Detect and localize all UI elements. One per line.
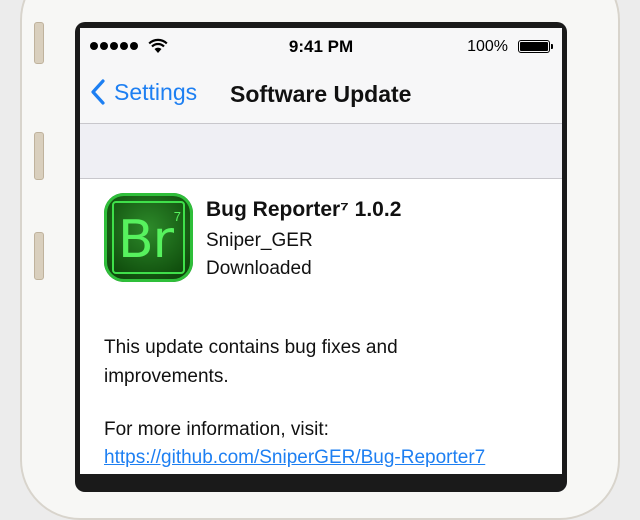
back-button[interactable]: Settings (90, 78, 197, 106)
page-title: Software Update (230, 81, 412, 107)
mute-switch (34, 22, 44, 64)
more-info-label: For more information, visit: (104, 419, 329, 440)
back-button-label: Settings (114, 78, 198, 105)
navigation-bar: Settings Software Update (80, 66, 562, 124)
app-author: Sniper_GER (206, 230, 313, 251)
description-line: improvements. (104, 366, 229, 387)
chevron-left-icon (91, 79, 105, 105)
description-line: This update contains bug fixes and (104, 337, 398, 358)
app-icon-superscript: 7 (173, 209, 181, 224)
update-description: This update contains bug fixes and impro… (104, 333, 544, 391)
battery-percentage: 100% (467, 38, 508, 55)
download-status: Downloaded (206, 258, 312, 279)
status-bar: 9:41 PM 100% (80, 28, 562, 66)
battery-icon (518, 40, 553, 53)
app-name: Bug Reporter⁷ 1.0.2 (206, 198, 402, 221)
bug-reporter-app-icon: Br 7 (104, 193, 193, 282)
screen: 9:41 PM 100% Settings Software Update Br… (80, 28, 562, 474)
volume-down-button (34, 232, 44, 280)
grouped-section-separator (80, 124, 562, 179)
more-info-link[interactable]: https://github.com/SniperGER/Bug-Reporte… (104, 447, 485, 469)
app-icon-text: Br (118, 210, 174, 270)
update-details: Br 7 Bug Reporter⁷ 1.0.2 Sniper_GER Down… (80, 179, 562, 474)
volume-up-button (34, 132, 44, 180)
